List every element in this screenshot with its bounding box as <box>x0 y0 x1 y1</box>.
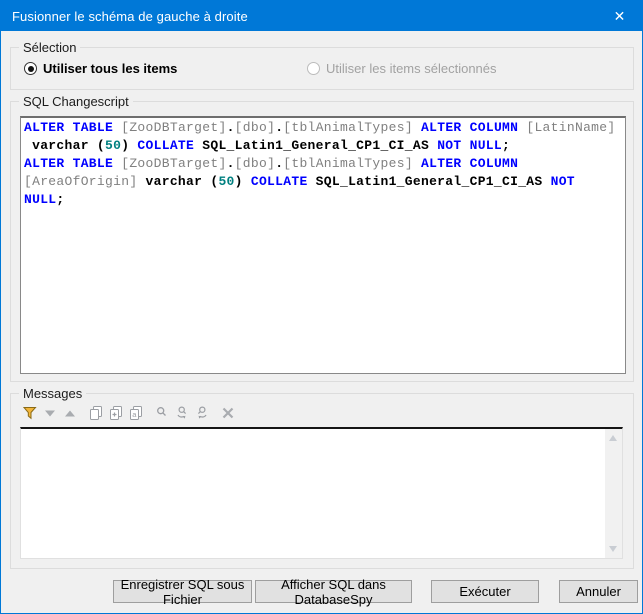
scroll-up-icon[interactable] <box>609 435 617 441</box>
titlebar: Fusionner le schéma de gauche à droite ✕ <box>1 1 642 31</box>
selection-group-label: Sélection <box>19 40 80 55</box>
close-icon[interactable]: ✕ <box>597 1 642 31</box>
messages-vertical-scrollbar[interactable] <box>605 429 622 558</box>
sql-changescript-editor[interactable]: ALTER TABLE [ZooDBTarget].[dbo].[tblAnim… <box>20 116 626 374</box>
sql-line: ALTER TABLE [ZooDBTarget].[dbo].[tblAnim… <box>24 119 625 137</box>
sql-group-label: SQL Changescript <box>19 94 133 109</box>
execute-button[interactable]: Exécuter <box>431 580 539 603</box>
sql-line: ALTER TABLE [ZooDBTarget].[dbo].[tblAnim… <box>24 155 625 173</box>
radio-button-icon <box>307 62 320 75</box>
messages-group: Messages a <box>10 393 634 569</box>
sql-line: [AreaOfOrigin] varchar (50) COLLATE SQL_… <box>24 173 625 191</box>
messages-group-label: Messages <box>19 386 86 401</box>
copy-icon[interactable] <box>88 405 104 421</box>
filter-icon[interactable] <box>22 405 38 421</box>
scroll-down-icon[interactable] <box>609 546 617 552</box>
radio-use-selected-items-label: Utiliser les items sélectionnés <box>326 61 497 76</box>
find-icon[interactable] <box>154 405 170 421</box>
sql-line: NULL; <box>24 191 625 209</box>
radio-use-all-items-label: Utiliser tous les items <box>43 61 177 76</box>
messages-toolbar: a <box>22 403 240 423</box>
messages-list[interactable] <box>20 427 623 559</box>
radio-button-icon <box>24 62 37 75</box>
merge-schema-dialog: Fusionner le schéma de gauche à droite ✕… <box>0 0 643 614</box>
radio-use-all-items[interactable]: Utiliser tous les items <box>24 61 177 76</box>
sql-line: varchar (50) COLLATE SQL_Latin1_General_… <box>24 137 625 155</box>
copy-plus-icon[interactable] <box>108 405 124 421</box>
radio-use-selected-items: Utiliser les items sélectionnés <box>307 61 497 76</box>
selection-group: Sélection Utiliser tous les items Utilis… <box>10 47 634 90</box>
dialog-title: Fusionner le schéma de gauche à droite <box>1 9 248 24</box>
show-sql-in-databasespy-button[interactable]: Afficher SQL dans DatabaseSpy <box>255 580 412 603</box>
dialog-body: Sélection Utiliser tous les items Utilis… <box>1 31 642 613</box>
find-prev-icon[interactable] <box>194 405 210 421</box>
copy-all-icon[interactable]: a <box>128 405 144 421</box>
cancel-button[interactable]: Annuler <box>559 580 638 603</box>
move-down-icon[interactable] <box>42 405 58 421</box>
clear-icon[interactable] <box>220 405 236 421</box>
move-up-icon[interactable] <box>62 405 78 421</box>
find-next-icon[interactable] <box>174 405 190 421</box>
sql-changescript-group: SQL Changescript ALTER TABLE [ZooDBTarge… <box>10 101 634 382</box>
save-sql-to-file-button[interactable]: Enregistrer SQL sous Fichier <box>113 580 252 603</box>
